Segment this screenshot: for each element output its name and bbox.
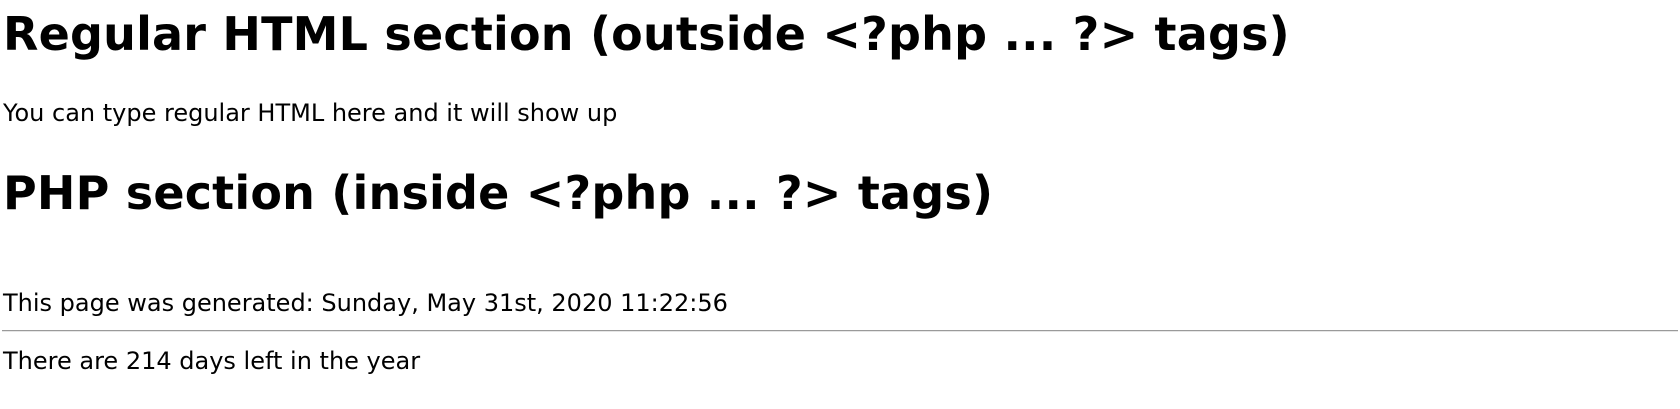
horizontal-divider bbox=[2, 330, 1678, 332]
generated-timestamp-text: This page was generated: Sunday, May 31s… bbox=[3, 289, 728, 317]
regular-html-text: You can type regular HTML here and it wi… bbox=[3, 99, 618, 127]
regular-html-heading: Regular HTML section (outside <?php ... … bbox=[3, 7, 1290, 61]
php-section-heading: PHP section (inside <?php ... ?> tags) bbox=[3, 166, 994, 220]
days-left-text: There are 214 days left in the year bbox=[3, 347, 421, 375]
page: Regular HTML section (outside <?php ... … bbox=[0, 0, 1680, 409]
